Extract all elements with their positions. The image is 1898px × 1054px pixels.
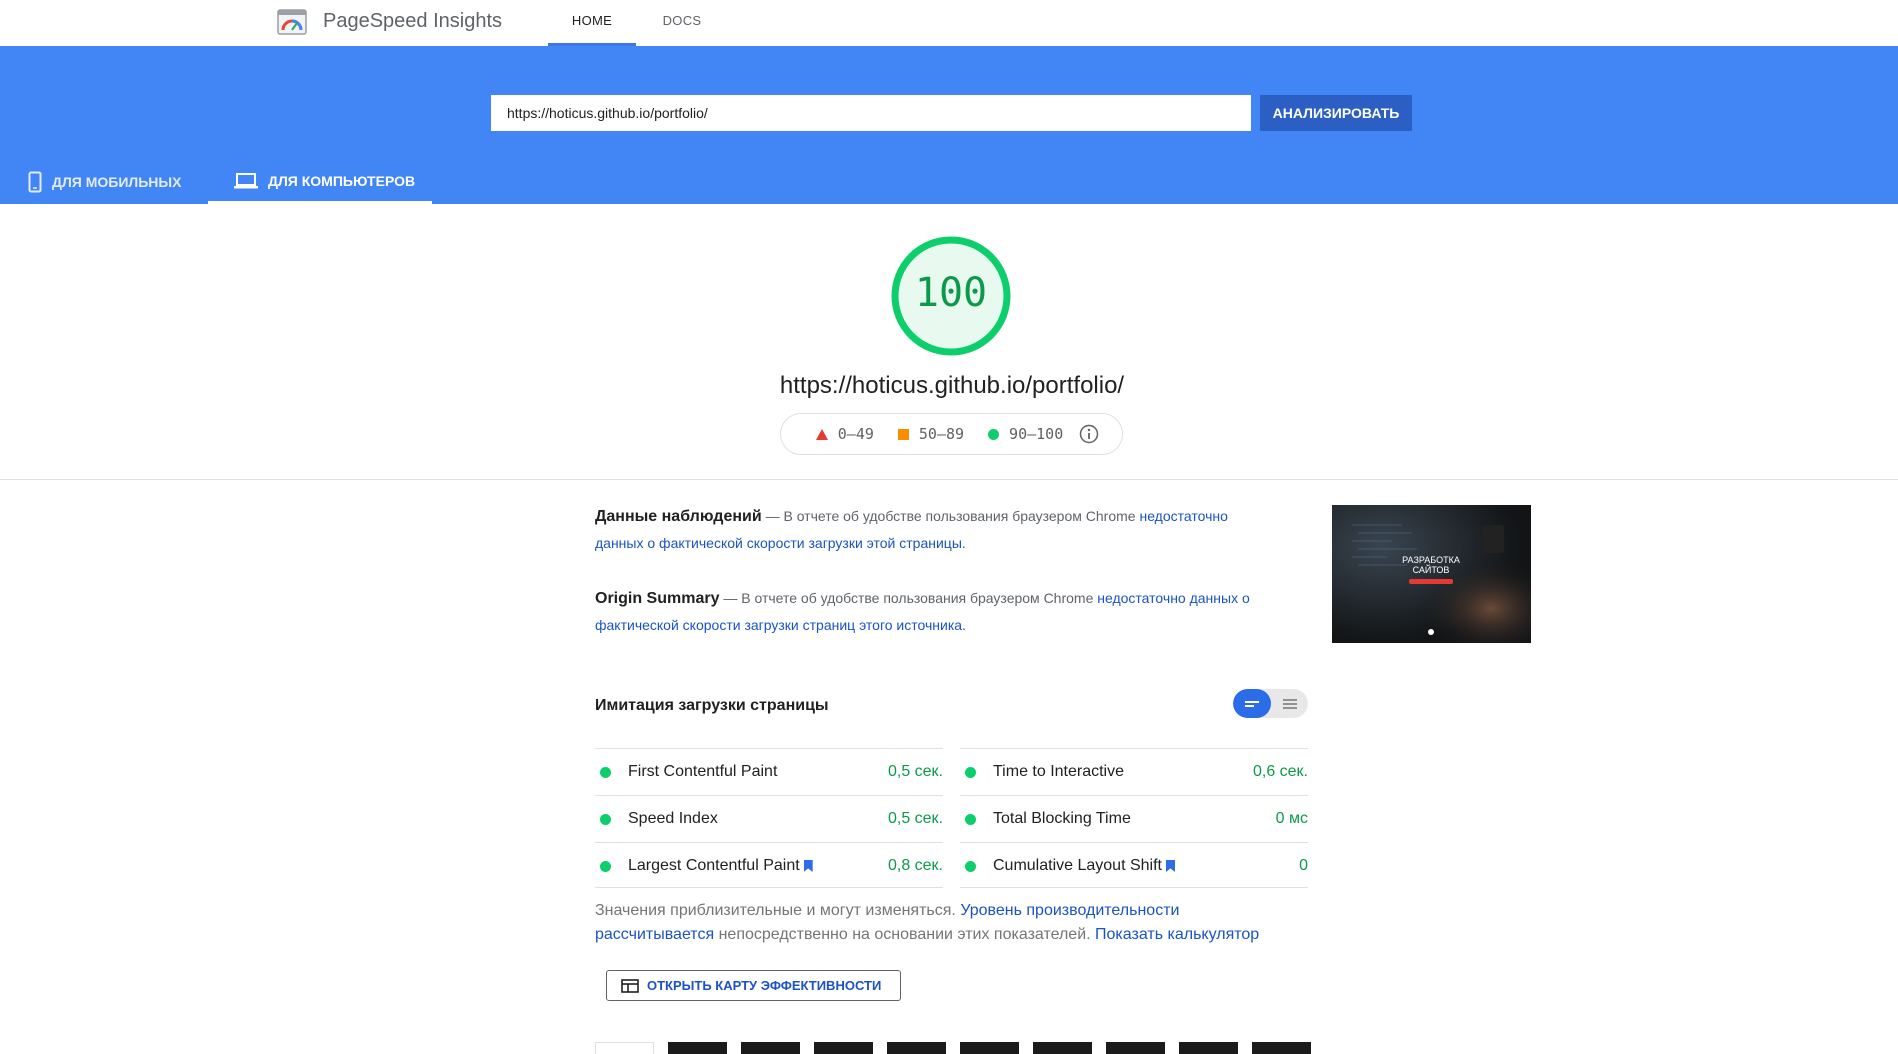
metrics-view-toggle[interactable] [1233,689,1308,718]
metrics-bottom-border [595,887,943,888]
legend-fail-label: 0–49 [837,425,874,443]
laptop-icon [234,172,258,188]
field-data-text: — В отчете об удобстве пользования брауз… [765,508,1136,524]
metric-name: Cumulative Layout Shift [993,857,1162,874]
tab-mobile-label: ДЛЯ МОБИЛЬНЫХ [52,174,182,190]
metrics-note: Значения приблизительные и могут изменят… [595,899,1295,947]
square-icon [897,428,909,440]
top-bar: PageSpeed Insights HOME DOCS [0,0,1898,46]
pass-dot-icon [600,860,611,872]
pass-dot-icon [965,766,976,778]
pass-dot-icon [600,766,611,778]
info-icon[interactable] [1079,424,1099,444]
filmstrip-frame [814,1042,873,1054]
metric-value: 0,5 сек. [887,763,943,780]
filmstrip-frame [1106,1042,1165,1054]
smartphone-icon [28,171,42,193]
filmstrip-frame [741,1042,800,1054]
screenshot-heading: РАЗРАБОТКА [1402,555,1460,565]
pagespeed-logo-icon[interactable] [277,9,307,35]
circle-icon [988,428,1000,440]
metrics-bottom-border [960,887,1308,888]
filmstrip-frame [668,1042,727,1054]
metric-name: First Contentful Paint [628,763,778,780]
filmstrip-frame [1179,1042,1238,1054]
page-screenshot: РАЗРАБОТКА САЙТОВ [1332,505,1531,643]
treemap-icon [621,978,639,993]
show-calculator-link[interactable]: Показать калькулятор [1095,926,1259,943]
open-treemap-label: ОТКРЫТЬ КАРТУ ЭФФЕКТИВНОСТИ [647,978,882,993]
pass-dot-icon [965,860,976,872]
note-text-2: непосредственно на основании этих показа… [718,926,1091,943]
nav-docs-tab[interactable]: DOCS [636,0,728,46]
open-treemap-button[interactable]: ОТКРЫТЬ КАРТУ ЭФФЕКТИВНОСТИ [606,970,901,1001]
core-web-vitals-bookmark-icon [803,860,813,872]
metric-value: 0,5 сек. [887,810,943,827]
pass-dot-icon [600,813,611,825]
core-web-vitals-bookmark-icon [1165,860,1175,872]
filmstrip [595,1042,1325,1054]
metric-name: Total Blocking Time [993,810,1131,827]
metric-name: Time to Interactive [993,763,1125,780]
filmstrip-frame [1252,1042,1311,1054]
screenshot-image: РАЗРАБОТКА САЙТОВ [1332,505,1531,643]
legend-pass: 90–100 [988,425,1063,443]
brand-title[interactable]: PageSpeed Insights [323,10,502,33]
tab-desktop-label: ДЛЯ КОМПЬЮТЕРОВ [268,172,416,189]
analyzed-url: https://hoticus.github.io/portfolio/ [779,372,1125,399]
filmstrip-frame [960,1042,1019,1054]
tab-desktop[interactable]: ДЛЯ КОМПЬЮТЕРОВ [208,160,432,204]
pass-dot-icon [965,813,976,825]
filmstrip-frame [595,1042,654,1054]
origin-summary-text: — В отчете об удобстве пользования брауз… [723,590,1094,606]
nav-home-tab[interactable]: HOME [548,0,636,46]
filmstrip-frame [1033,1042,1092,1054]
field-data-title: Данные наблюдений [595,508,762,525]
legend-average: 50–89 [897,425,965,443]
compact-view-icon[interactable] [1233,689,1271,718]
metric-cls: Cumulative Layout Shift 0 [960,842,1308,889]
note-text-1: Значения приблизительные и могут изменят… [595,902,956,919]
filmstrip-frame [887,1042,946,1054]
triangle-icon [815,428,828,440]
metric-speed-index: Speed Index 0,5 сек. [595,795,943,842]
metric-name: Largest Contentful Paint [628,857,800,874]
legend-average-label: 50–89 [918,425,965,443]
legend-pass-label: 90–100 [1009,425,1064,443]
origin-summary-title: Origin Summary [595,590,720,607]
metric-value: 0,8 сек. [887,857,943,874]
metric-tbt: Total Blocking Time 0 мс [960,795,1308,842]
screenshot-subheading: САЙТОВ [1413,564,1450,575]
metric-value: 0 мс [1275,810,1308,827]
metric-lcp: Largest Contentful Paint 0,8 сек. [595,842,943,889]
score-value: 100 [914,270,988,316]
lab-data-title: Имитация загрузки страницы [595,697,829,714]
metric-value: 0 [1299,857,1308,874]
origin-summary-section: Origin Summary — В отчете об удобстве по… [595,585,1255,638]
field-data-section: Данные наблюдений — В отчете об удобстве… [595,503,1255,556]
search-band: АНАЛИЗИРОВАТЬ ДЛЯ МОБИЛЬНЫХ ДЛЯ КОМПЬЮТЕ… [0,46,1898,204]
section-divider [0,479,1898,480]
tab-mobile[interactable]: ДЛЯ МОБИЛЬНЫХ [28,160,198,204]
metric-value: 0,6 сек. [1252,763,1308,780]
metric-fcp: First Contentful Paint 0,5 сек. [595,748,943,795]
expanded-view-icon[interactable] [1271,689,1308,718]
url-input[interactable] [491,95,1251,131]
score-legend: 0–49 50–89 90–100 [780,413,1123,455]
legend-fail: 0–49 [815,425,874,443]
analyze-button[interactable]: АНАЛИЗИРОВАТЬ [1260,95,1412,131]
metric-name: Speed Index [628,810,718,827]
metric-tti: Time to Interactive 0,6 сек. [960,748,1308,795]
